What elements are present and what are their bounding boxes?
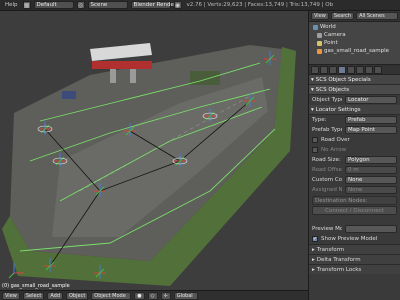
properties-tabs bbox=[309, 64, 400, 75]
info-header: Help ▦ Default ◎ Scene Blender Render ◉ … bbox=[0, 0, 400, 11]
object-menu[interactable]: Object bbox=[66, 291, 89, 300]
tree-item-world[interactable]: World bbox=[311, 23, 398, 31]
expand-arrow-icon: ▾ bbox=[311, 106, 314, 113]
manipulator-toggle-icon[interactable]: ✛ bbox=[160, 291, 171, 300]
object-type-select[interactable]: Locator bbox=[345, 96, 397, 104]
scene-select[interactable]: Scene bbox=[87, 1, 128, 9]
tab-modifiers-icon[interactable] bbox=[356, 65, 364, 74]
screen-layout-icon[interactable]: ▦ bbox=[22, 1, 31, 9]
show-preview-checkbox[interactable]: ✓ bbox=[312, 236, 318, 242]
road-offset-field[interactable]: 0 m bbox=[345, 166, 397, 174]
orientation-select[interactable]: Global bbox=[173, 291, 198, 300]
3d-viewport[interactable]: (0) gas_small_road_sample bbox=[0, 11, 308, 290]
collapse-arrow-icon: ▸ bbox=[312, 256, 315, 263]
hedge-block bbox=[190, 71, 220, 85]
road-over-checkbox[interactable] bbox=[312, 137, 318, 143]
outliner-display-select[interactable]: All Scenes bbox=[356, 12, 398, 20]
outliner-tree: World Camera Point gas_small_road_sample bbox=[309, 22, 400, 64]
help-menu[interactable]: Help bbox=[3, 2, 20, 8]
scene-stats: v2.76 | Verts:29,623 | Faces:13,749 | Tr… bbox=[186, 2, 334, 8]
no-arrow-checkbox[interactable] bbox=[312, 147, 318, 153]
destination-nodes-label: Destination Nodes: bbox=[312, 196, 397, 205]
show-preview-row: ✓ Show Preview Model bbox=[312, 236, 378, 242]
shading-select-icon[interactable]: ● bbox=[134, 291, 145, 300]
expand-arrow-icon: ▾ bbox=[311, 76, 314, 83]
delta-transform-panel-header[interactable]: ▸ Delta Transform bbox=[309, 254, 400, 264]
custom-color-row: Custom Color: None bbox=[309, 175, 400, 185]
expand-arrow-icon: ▾ bbox=[311, 86, 314, 93]
collapse-arrow-icon: ▸ bbox=[312, 266, 315, 273]
no-arrow-row: No Arrow bbox=[309, 145, 400, 155]
tab-material-icon[interactable] bbox=[374, 65, 382, 74]
tab-constraints-icon[interactable] bbox=[347, 65, 355, 74]
type-select[interactable]: Prefab bbox=[345, 116, 397, 124]
gas-station-canopy bbox=[92, 61, 152, 69]
right-panel: View Search All Scenes World Camera Poin… bbox=[308, 11, 400, 300]
tab-data-icon[interactable] bbox=[365, 65, 373, 74]
locator-settings-header[interactable]: ▾ Locator Settings bbox=[309, 105, 400, 115]
viewport-object-label: (0) gas_small_road_sample bbox=[2, 283, 70, 289]
screen-layout-select[interactable]: Default bbox=[33, 1, 74, 9]
select-menu[interactable]: Select bbox=[22, 291, 45, 300]
scs-specials-header[interactable]: ▾ SCS Object Specials bbox=[309, 75, 400, 85]
road-size-row: Road Size: Polygon bbox=[309, 155, 400, 165]
assigned-node-select[interactable]: None bbox=[345, 186, 397, 194]
tab-world-icon[interactable] bbox=[329, 65, 337, 74]
object-type-row: Object Type: Locator bbox=[309, 95, 400, 105]
object-icon bbox=[317, 48, 322, 54]
preview-model-row: Preview Model: bbox=[309, 224, 400, 234]
scs-objects-subheader[interactable]: ▾ SCS Objects bbox=[309, 85, 400, 95]
gas-pump bbox=[110, 69, 116, 83]
type-row: Type: Prefab bbox=[309, 115, 400, 125]
lamp-icon bbox=[317, 40, 322, 46]
pivot-select-icon[interactable]: ◇ bbox=[147, 291, 158, 300]
tree-item-camera[interactable]: Camera bbox=[311, 31, 398, 39]
prefab-type-select[interactable]: Map Point bbox=[345, 126, 397, 134]
tab-object-icon[interactable] bbox=[338, 65, 346, 74]
tab-scene-icon[interactable] bbox=[320, 65, 328, 74]
add-menu[interactable]: Add bbox=[47, 291, 63, 300]
transform-panel-header[interactable]: ▸ Transform bbox=[309, 244, 400, 254]
preview-model-field[interactable] bbox=[345, 225, 397, 233]
road-over-row: Road Over bbox=[309, 135, 400, 145]
mode-select[interactable]: Object Mode bbox=[91, 291, 132, 300]
road-offset-row: Road Offset: 0 m bbox=[309, 165, 400, 175]
render-engine-select[interactable]: Blender Render bbox=[130, 1, 176, 9]
scene-icon[interactable]: ◎ bbox=[76, 1, 85, 9]
tab-render-icon[interactable] bbox=[311, 65, 319, 74]
tree-item-gas-small-road-sample[interactable]: gas_small_road_sample bbox=[311, 47, 398, 55]
assigned-node-row: Assigned Node: None bbox=[309, 185, 400, 195]
connect-disconnect-button[interactable]: Connect / Disconnect bbox=[312, 206, 397, 215]
gas-pump bbox=[130, 69, 136, 83]
outliner-header: View Search All Scenes bbox=[309, 11, 400, 22]
outliner-search-menu[interactable]: Search bbox=[330, 12, 355, 20]
prefab-type-row: Prefab Type: Map Point bbox=[309, 125, 400, 135]
viewport-scene[interactable] bbox=[0, 11, 308, 290]
view-menu[interactable]: View bbox=[2, 291, 20, 300]
viewport-header: View Select Add Object Object Mode ● ◇ ✛… bbox=[0, 290, 308, 300]
blender-logo-icon: ◉ bbox=[173, 1, 182, 9]
camera-icon bbox=[317, 32, 322, 38]
outliner-view-menu[interactable]: View bbox=[311, 12, 329, 20]
tree-item-point[interactable]: Point bbox=[311, 39, 398, 47]
gas-station-roof bbox=[90, 43, 152, 61]
transform-locks-panel-header[interactable]: ▸ Transform Locks bbox=[309, 264, 400, 274]
road-size-select[interactable]: Polygon bbox=[345, 156, 397, 164]
parked-truck bbox=[62, 91, 76, 99]
collapse-arrow-icon: ▸ bbox=[312, 246, 315, 253]
world-icon bbox=[313, 24, 318, 30]
custom-color-select[interactable]: None bbox=[345, 176, 397, 184]
